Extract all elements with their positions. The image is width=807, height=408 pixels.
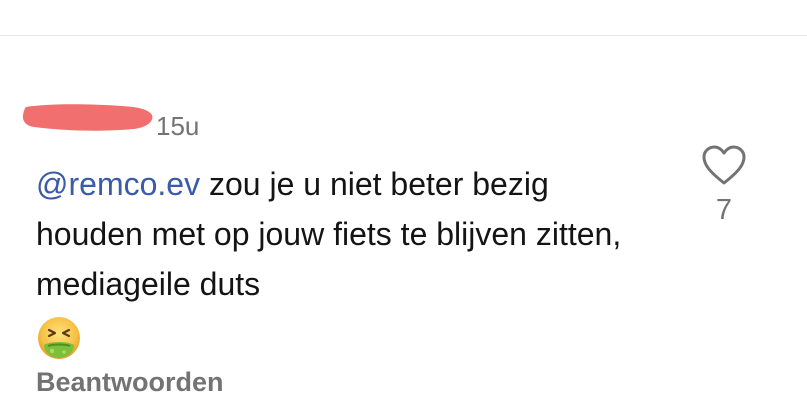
nauseated-face-emoji <box>38 317 80 359</box>
reply-button[interactable]: Beantwoorden <box>36 366 224 398</box>
comment-item: 15u @remco.ev zou je u niet beter bezig … <box>0 95 807 408</box>
comment-screen: 15u @remco.ev zou je u niet beter bezig … <box>0 0 807 408</box>
comment-timestamp: 15u <box>156 111 200 141</box>
clipped-previous-text <box>120 0 360 4</box>
mention-link[interactable]: @remco.ev <box>36 166 200 202</box>
heart-outline-icon[interactable] <box>700 143 748 187</box>
like-column: 7 <box>694 143 754 227</box>
comment-text: @remco.ev zou je u niet beter bezig houd… <box>36 159 636 361</box>
section-divider <box>0 35 807 36</box>
like-count: 7 <box>715 194 733 226</box>
username-redaction <box>22 104 153 131</box>
